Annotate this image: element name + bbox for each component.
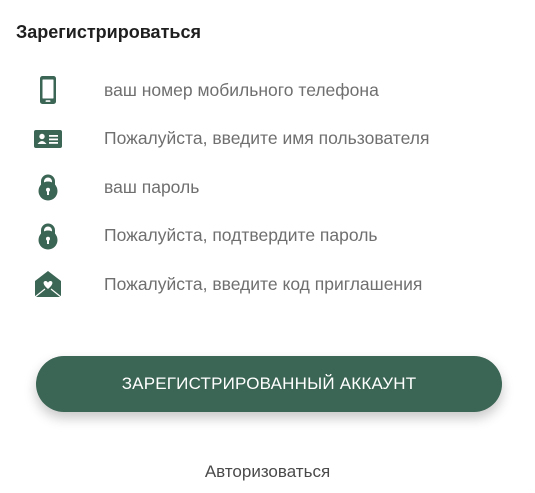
envelope-heart-icon bbox=[33, 269, 63, 299]
lock-icon bbox=[33, 221, 63, 251]
registration-form bbox=[0, 66, 535, 309]
lock-icon bbox=[33, 172, 63, 202]
phone-input[interactable] bbox=[104, 74, 505, 106]
password-input[interactable] bbox=[104, 171, 505, 203]
password-field-row bbox=[0, 163, 535, 212]
confirm-password-input[interactable] bbox=[104, 219, 505, 252]
phone-field-row bbox=[0, 66, 535, 115]
invite-code-field-row bbox=[0, 260, 535, 309]
page-title: Зарегистрироваться bbox=[16, 22, 201, 42]
mobile-phone-icon bbox=[33, 75, 63, 105]
invite-code-input[interactable] bbox=[104, 268, 505, 300]
id-card-icon bbox=[33, 124, 63, 154]
login-link[interactable]: Авторизоваться bbox=[0, 462, 535, 482]
username-input[interactable] bbox=[104, 122, 505, 155]
confirm-password-field-row bbox=[0, 212, 535, 261]
username-field-row bbox=[0, 115, 535, 164]
register-account-button[interactable]: ЗАРЕГИСТРИРОВАННЫЙ АККАУНТ bbox=[36, 356, 502, 412]
